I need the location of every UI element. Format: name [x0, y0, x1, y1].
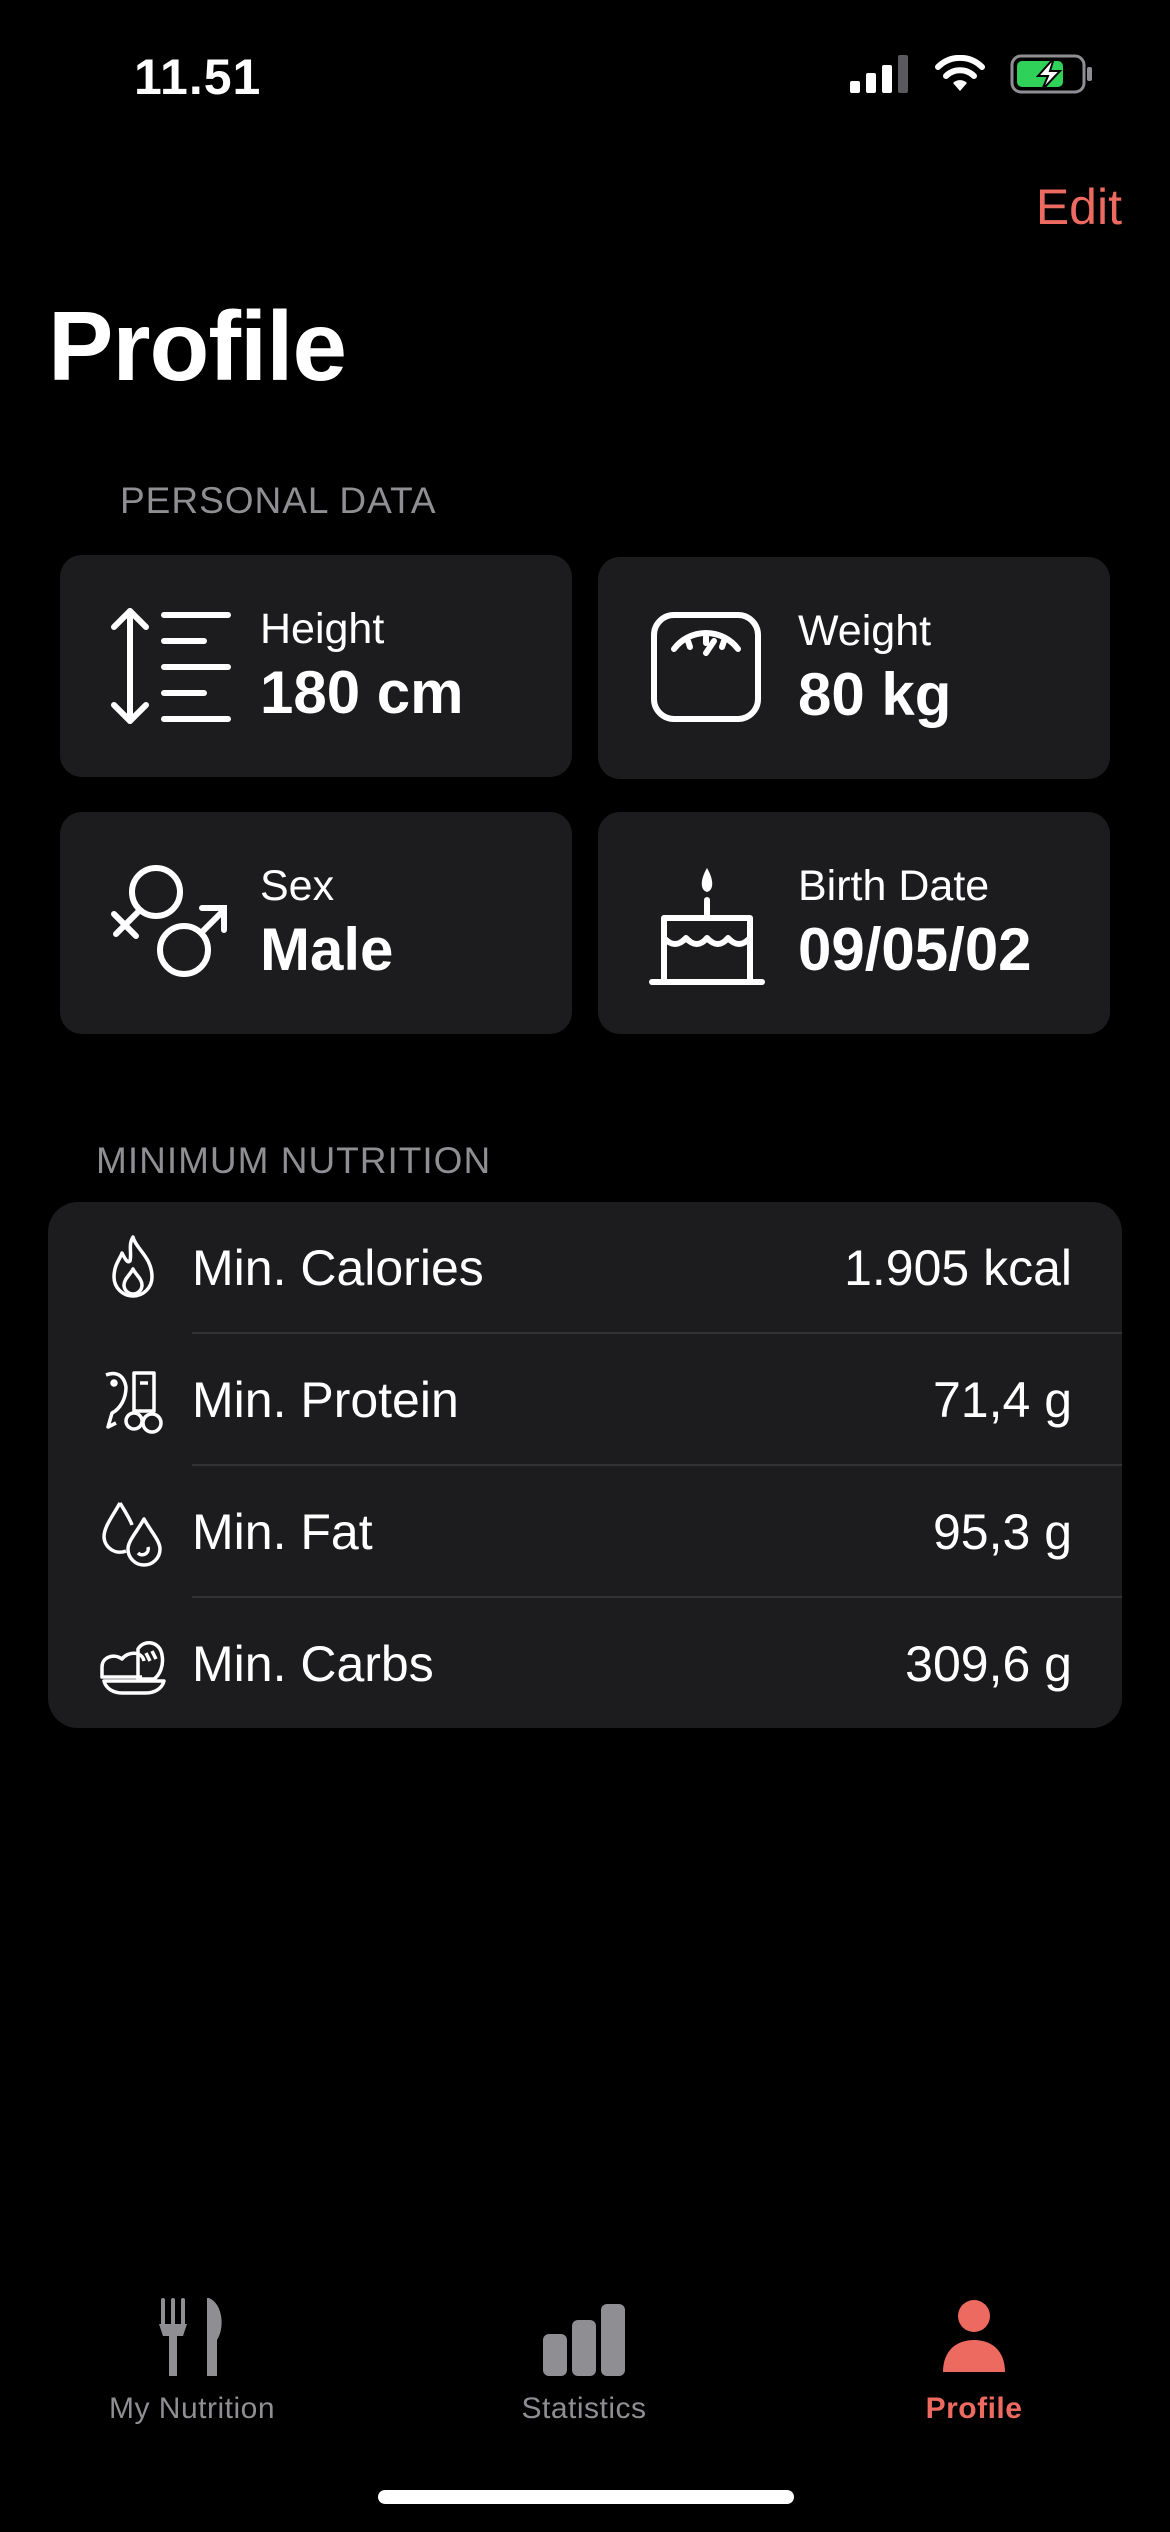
sex-label: Sex [260, 862, 335, 910]
tab-profile-label: Profile [925, 2392, 1023, 2425]
birth-date-value: 09/05/02 [798, 916, 1032, 983]
height-value: 180 cm [260, 659, 464, 726]
sex-value: Male [260, 916, 394, 983]
gender-icon [111, 865, 227, 977]
height-label: Height [260, 605, 385, 653]
protein-icon [105, 1371, 163, 1434]
scale-icon [651, 612, 761, 722]
protein-label: Min. Protein [192, 1372, 459, 1428]
fat-value: 95,3 g [932, 1504, 1072, 1560]
nutrition-list: Min. Calories 1.905 kcal Min. Protein 71… [48, 1202, 1122, 1728]
birthday-cake-icon [649, 868, 765, 985]
battery-charging-icon [1010, 54, 1092, 94]
calories-value: 1.905 kcal [844, 1240, 1072, 1296]
tab-statistics-label: Statistics [521, 2392, 647, 2425]
fire-icon [112, 1235, 154, 1298]
weight-card[interactable]: Weight 80 kg [598, 557, 1110, 779]
calories-row[interactable]: Min. Calories 1.905 kcal [48, 1202, 1122, 1334]
tab-statistics[interactable]: Statistics [434, 2292, 734, 2426]
carbs-value: 309,6 g [905, 1636, 1072, 1692]
calories-label: Min. Calories [192, 1240, 484, 1296]
person-icon [943, 2300, 1005, 2372]
carbs-label: Min. Carbs [192, 1636, 434, 1692]
weight-value: 80 kg [798, 661, 952, 728]
minimum-nutrition-header: MINIMUM NUTRITION [96, 1140, 492, 1181]
weight-label: Weight [798, 607, 932, 655]
home-indicator[interactable] [378, 2490, 794, 2504]
carbs-row[interactable]: Min. Carbs 309,6 g [48, 1598, 1122, 1728]
tab-my-nutrition-label: My Nutrition [108, 2392, 276, 2425]
birth-date-card[interactable]: Birth Date 09/05/02 [598, 812, 1110, 1034]
protein-value: 71,4 g [932, 1372, 1072, 1428]
bar-chart-icon [543, 2304, 625, 2376]
fork-knife-icon [159, 2298, 222, 2376]
fat-drops-icon [102, 1502, 162, 1567]
height-card[interactable]: Height 180 cm [60, 555, 572, 777]
height-ruler-icon [111, 608, 231, 724]
tab-profile[interactable]: Profile [824, 2292, 1124, 2426]
tab-my-nutrition[interactable]: My Nutrition [42, 2292, 342, 2426]
cellular-signal-icon [850, 55, 908, 93]
edit-button[interactable]: Edit [1036, 178, 1122, 236]
carbs-bread-icon [100, 1641, 166, 1695]
status-time: 11.51 [134, 49, 262, 105]
page-title: Profile [48, 291, 347, 401]
sex-card[interactable]: Sex Male [60, 812, 572, 1034]
fat-label: Min. Fat [192, 1504, 373, 1560]
status-icons [850, 54, 1094, 94]
fat-row[interactable]: Min. Fat 95,3 g [48, 1466, 1122, 1598]
wifi-icon [935, 55, 985, 91]
protein-row[interactable]: Min. Protein 71,4 g [48, 1334, 1122, 1466]
birth-date-label: Birth Date [798, 862, 990, 910]
personal-data-header: PERSONAL DATA [120, 480, 437, 521]
